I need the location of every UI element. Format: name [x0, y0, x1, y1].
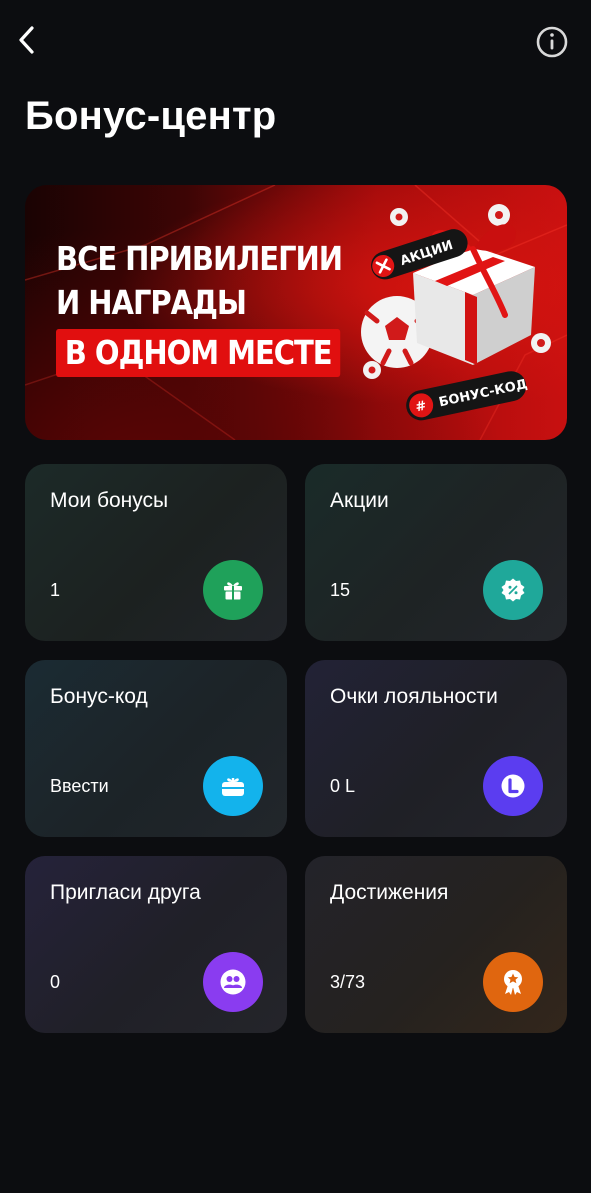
my-bonuses-icon-badge	[203, 560, 263, 620]
achievements-card[interactable]: Достижения 3/73	[305, 856, 567, 1033]
loyalty-points-value: 0 L	[330, 776, 356, 796]
gift-illustration: АКЦИИ # БОНУС-КОД	[361, 204, 551, 421]
small-ball-icon	[488, 204, 510, 226]
loyalty-points-card[interactable]: Очки лояльности 0 L	[305, 660, 567, 837]
page-title: Бонус-центр	[25, 94, 277, 138]
back-button[interactable]	[10, 22, 44, 58]
achievements-title: Достижения	[330, 881, 449, 904]
small-ball-icon	[390, 208, 408, 226]
promotions-count: 15	[330, 580, 351, 600]
info-circle-icon	[536, 26, 568, 58]
promotions-card[interactable]: Акции 15	[305, 464, 567, 641]
invite-friend-title: Пригласи друга	[50, 881, 201, 904]
my-bonuses-count: 1	[50, 580, 61, 600]
chevron-left-icon	[19, 26, 34, 54]
banner-line-1: ВСЕ ПРИВИЛЕГИИ	[56, 239, 343, 278]
promotions-title: Акции	[330, 489, 389, 512]
invite-friend-count: 0	[50, 972, 61, 992]
small-ball-icon	[363, 361, 381, 379]
people-icon	[220, 969, 246, 995]
banner-line-2: И НАГРАДЫ	[56, 283, 247, 322]
promotions-icon-badge	[483, 560, 543, 620]
banner-highlight: В ОДНОМ МЕСТЕ	[56, 329, 341, 377]
gift-icon	[224, 582, 242, 600]
medal-icon	[504, 970, 522, 995]
bonus-code-icon-badge	[203, 756, 263, 816]
info-button[interactable]	[534, 24, 570, 60]
loyalty-l-icon	[501, 774, 525, 798]
small-ball-icon	[531, 333, 551, 353]
bonus-code-card[interactable]: Бонус-код Ввести	[25, 660, 287, 837]
achievements-progress: 3/73	[330, 972, 366, 992]
banner-headline: ВСЕ ПРИВИЛЕГИИ И НАГРАДЫ В ОДНОМ МЕСТЕ	[56, 237, 343, 377]
bonus-code-title: Бонус-код	[50, 685, 148, 708]
loyalty-points-icon-badge	[483, 756, 543, 816]
percent-badge-icon	[501, 578, 525, 602]
bonus-code-action: Ввести	[50, 776, 109, 796]
my-bonuses-title: Мои бонусы	[50, 489, 169, 512]
bonus-code-tag: # БОНУС-КОД	[406, 371, 529, 421]
loyalty-points-title: Очки лояльности	[330, 685, 498, 708]
my-bonuses-card[interactable]: Мои бонусы 1	[25, 464, 287, 641]
top-bar	[0, 0, 591, 84]
invite-friend-card[interactable]: Пригласи друга 0	[25, 856, 287, 1033]
gift-card-icon	[222, 778, 244, 796]
invite-friend-icon-badge	[203, 952, 263, 1012]
achievements-icon-badge	[483, 952, 543, 1012]
promo-banner[interactable]: ВСЕ ПРИВИЛЕГИИ И НАГРАДЫ В ОДНОМ МЕСТЕ А…	[25, 185, 567, 440]
